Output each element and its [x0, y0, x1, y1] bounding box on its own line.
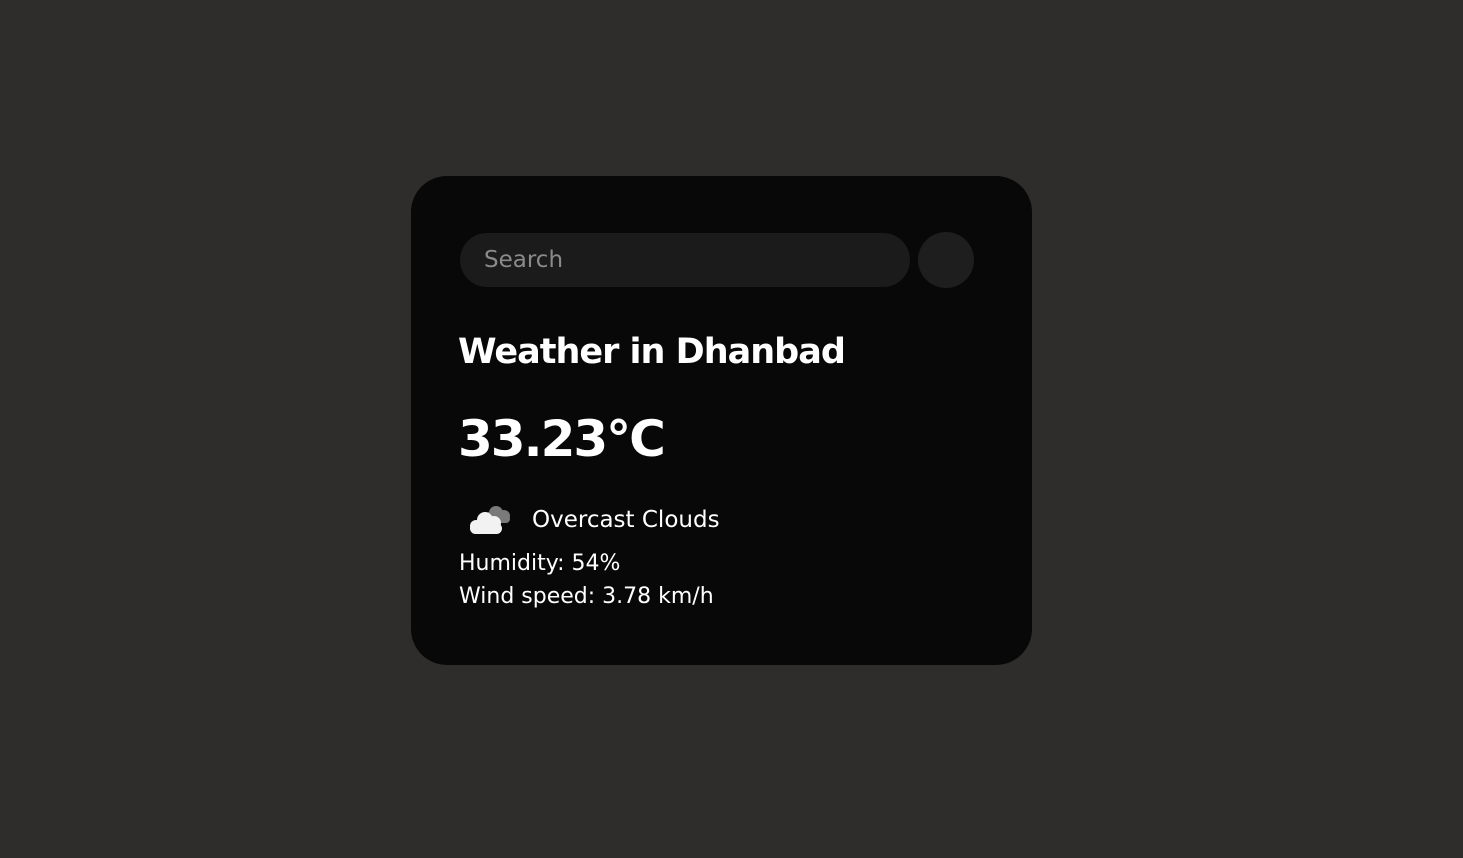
weather-card: Weather in Dhanbad 33.23°C: [411, 176, 1032, 665]
overcast-clouds-icon: [466, 503, 516, 537]
wind-speed: Wind speed: 3.78 km/h: [459, 584, 714, 609]
page: Weather in Dhanbad 33.23°C: [0, 0, 1463, 858]
weather-description: Overcast Clouds: [532, 507, 720, 533]
temperature: 33.23°C: [458, 410, 666, 468]
humidity: Humidity: 54%: [459, 551, 621, 576]
search-bar: [460, 232, 984, 288]
search-button[interactable]: [918, 232, 974, 288]
city-heading: Weather in Dhanbad: [458, 332, 846, 372]
search-input[interactable]: [460, 233, 910, 287]
condition-row: Overcast Clouds: [466, 500, 984, 540]
weather-stats: Humidity: 54% Wind speed: 3.78 km/h: [459, 547, 984, 613]
